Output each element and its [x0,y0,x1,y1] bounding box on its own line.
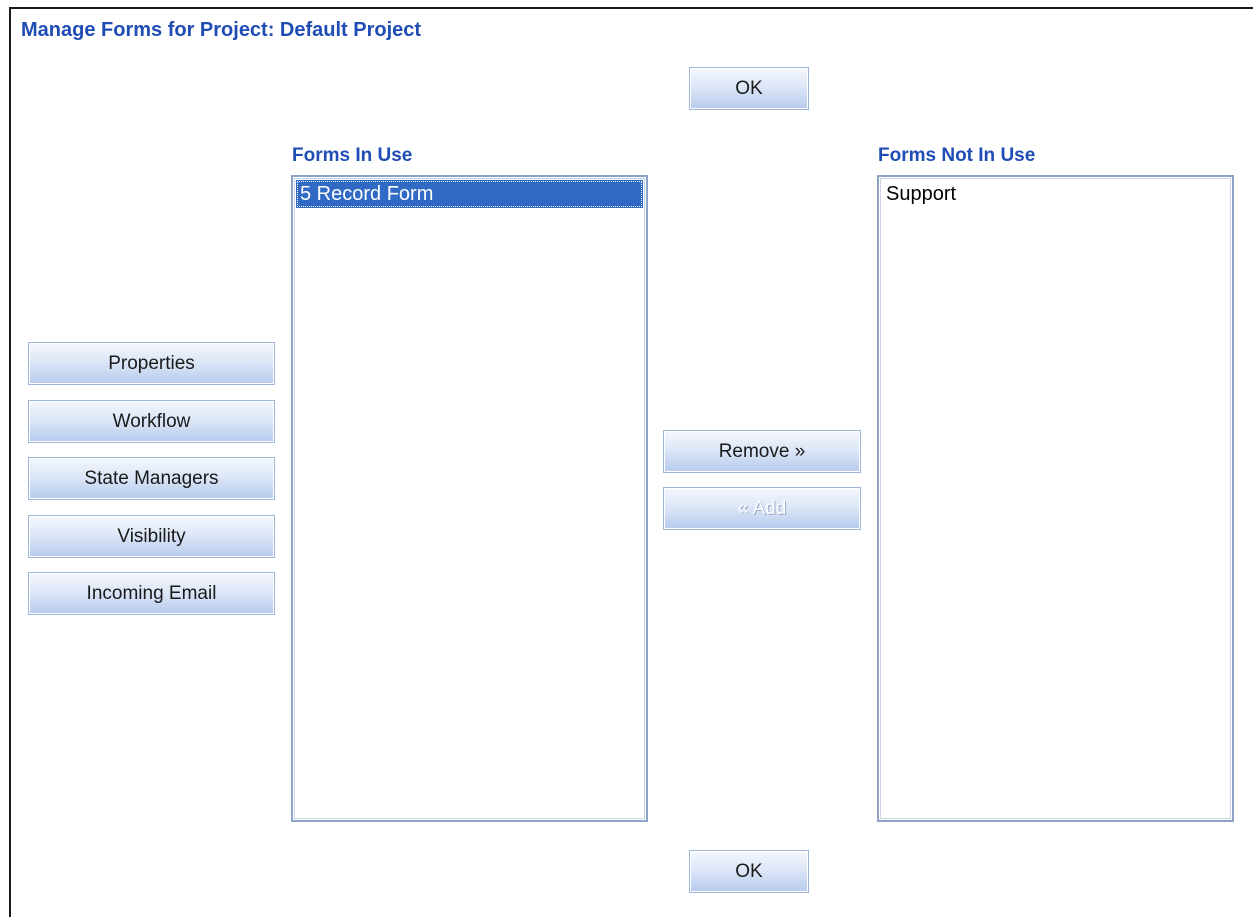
ok-button-bottom[interactable]: OK [689,850,809,893]
page-title: Manage Forms for Project: Default Projec… [21,19,422,41]
workflow-button[interactable]: Workflow [28,400,275,443]
incoming-email-button[interactable]: Incoming Email [28,572,275,615]
remove-button[interactable]: Remove » [663,430,861,473]
visibility-button[interactable]: Visibility [28,515,275,558]
forms-not-in-use-label: Forms Not In Use [878,145,1036,166]
list-item[interactable]: 5 Record Form [296,180,643,208]
properties-button[interactable]: Properties [28,342,275,385]
forms-in-use-label: Forms In Use [292,145,413,166]
forms-in-use-list[interactable]: 5 Record Form [291,175,648,822]
add-button[interactable]: « Add [663,487,861,530]
forms-not-in-use-list[interactable]: Support [877,175,1234,822]
state-managers-button[interactable]: State Managers [28,457,275,500]
ok-button-top[interactable]: OK [689,67,809,110]
list-item[interactable]: Support [882,180,1229,208]
